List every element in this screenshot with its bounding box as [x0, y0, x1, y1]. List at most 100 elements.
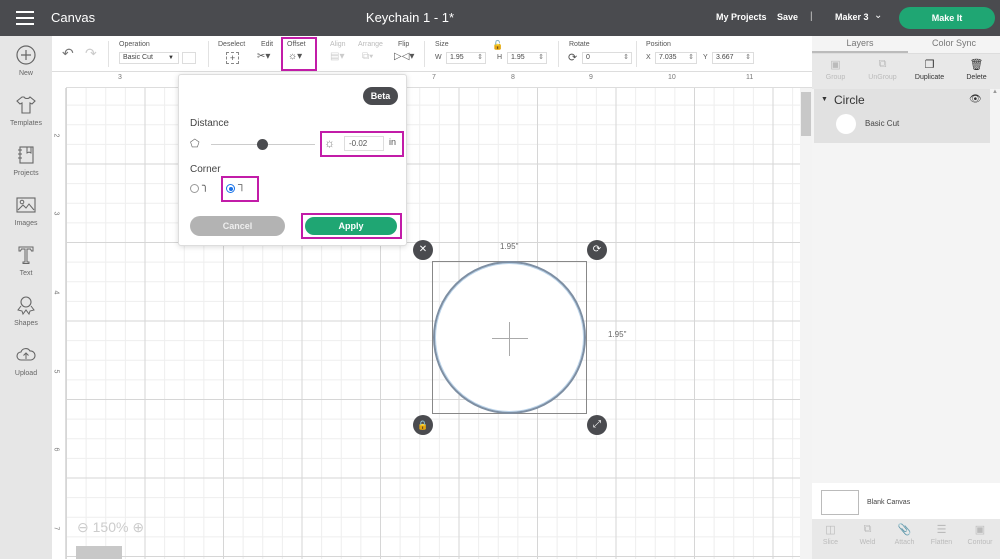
stepper-icon[interactable]: ⇕	[477, 53, 483, 63]
edit-scissors-icon[interactable]: ✂▾	[257, 51, 270, 62]
flatten-button[interactable]: ☰ Flatten	[923, 523, 960, 546]
size-label: Size	[435, 41, 449, 48]
inset-pentagon-icon: ⬠	[190, 138, 200, 150]
cancel-button[interactable]: Cancel	[190, 216, 285, 236]
align-label: Align	[330, 41, 346, 48]
position-label: Position	[646, 41, 671, 48]
layers-scrollbar[interactable]: ▲	[990, 89, 1000, 479]
rotate-handle-icon[interactable]: ⟳	[587, 240, 607, 260]
operation-select[interactable]: Basic Cut ▼	[119, 52, 179, 64]
slice-button[interactable]: ◫ Slice	[812, 523, 849, 546]
sidebar-item-shapes[interactable]: Shapes	[0, 294, 52, 327]
rotate-value: 0	[586, 54, 590, 61]
layer-name: Circle	[834, 93, 865, 107]
sidebar-item-new[interactable]: New	[0, 44, 52, 77]
plus-circle-icon	[16, 45, 36, 65]
sidebar-item-templates[interactable]: Templates	[0, 94, 52, 127]
group-button[interactable]: ▣ Group	[812, 58, 859, 81]
zoom-in-button[interactable]: ⊕	[132, 519, 144, 535]
top-bar: Canvas Keychain 1 - 1* My Projects Save …	[0, 0, 1000, 36]
height-dimension-label: 1.95"	[608, 330, 627, 339]
stepper-icon[interactable]: ⇕	[688, 53, 694, 63]
deselect-icon[interactable]: +	[226, 52, 239, 64]
save-link[interactable]: Save	[777, 12, 798, 22]
paperclip-icon: 📎	[897, 524, 912, 536]
trash-icon: 🗑	[969, 59, 984, 71]
weld-icon: ⧉	[863, 523, 872, 535]
chevron-down-icon[interactable]: ⌄	[874, 10, 882, 21]
rotate-input[interactable]: 0 ⇕	[582, 52, 632, 64]
zoom-level: 150%	[92, 519, 129, 535]
height-input[interactable]: 1.95 ⇕	[507, 52, 547, 64]
layers-panel: Layers Color Sync ▣ Group ⧉ UnGroup ❐ Dupli…	[812, 36, 1000, 559]
tab-layers[interactable]: Layers	[812, 36, 908, 53]
duplicate-button[interactable]: ❐ Duplicate	[906, 58, 953, 81]
width-input[interactable]: 1.95 ⇕	[446, 52, 486, 64]
contour-button[interactable]: ▣ Contour	[960, 523, 1000, 546]
y-value: 3.667	[716, 54, 734, 61]
sidebar-item-images[interactable]: Images	[0, 194, 52, 227]
scrollbar-thumb[interactable]	[801, 92, 811, 136]
stepper-icon[interactable]: ⇕	[745, 53, 751, 63]
rotate-icon: ⟳	[568, 52, 578, 64]
undo-icon[interactable]: ↶	[62, 45, 74, 62]
sidebar-item-label: Text	[19, 270, 33, 277]
arrange-icon[interactable]: ⧉▾	[362, 51, 373, 62]
contour-icon: ▣	[974, 524, 986, 536]
resize-handle-icon[interactable]: ⤢	[587, 415, 607, 435]
y-label: Y	[703, 54, 708, 61]
sidebar-item-label: Shapes	[14, 320, 38, 327]
distance-highlight	[320, 131, 404, 157]
delete-label: Delete	[966, 74, 987, 81]
visibility-eye-icon[interactable]: 👁	[969, 94, 982, 105]
vertical-scrollbar[interactable]	[800, 88, 812, 559]
color-swatch[interactable]	[182, 52, 196, 64]
collapse-arrow-icon[interactable]: ▼	[821, 96, 828, 103]
design-canvas[interactable]: 3 7 8 9 10 11 2 3 4 5 6 7 ⊖ 150% ⊕ 1.95"…	[52, 72, 812, 559]
blank-canvas-row[interactable]: Blank Canvas	[812, 483, 1000, 519]
make-it-button[interactable]: Make It	[899, 7, 995, 29]
delete-handle-icon[interactable]: ✕	[413, 240, 433, 260]
flatten-icon: ☰	[936, 524, 947, 536]
stepper-icon[interactable]: ⇕	[538, 53, 544, 63]
ungroup-button[interactable]: ⧉ UnGroup	[859, 58, 906, 81]
sidebar-item-upload[interactable]: Upload	[0, 344, 52, 377]
flip-icon[interactable]: ▷◁▾	[394, 51, 414, 62]
distance-slider-thumb[interactable]	[257, 139, 268, 150]
corner-rounded-radio[interactable]	[190, 184, 199, 193]
canvas-swatch[interactable]	[821, 490, 859, 515]
center-crosshair	[492, 338, 528, 339]
group-label: Group	[825, 74, 846, 81]
x-input[interactable]: 7.035 ⇕	[655, 52, 697, 64]
y-input[interactable]: 3.667 ⇕	[712, 52, 754, 64]
lock-handle-icon[interactable]: 🔒	[413, 415, 433, 435]
left-sidebar: New Templates Projects Images Text Shape…	[0, 36, 52, 559]
sidebar-item-projects[interactable]: Projects	[0, 144, 52, 177]
lock-ratio-icon[interactable]: 🔓	[492, 40, 503, 51]
divider	[108, 41, 109, 67]
layer-item-circle[interactable]: ▼ Circle 👁 Basic Cut	[814, 89, 990, 143]
horizontal-scrollbar-thumb[interactable]	[76, 546, 122, 559]
ungroup-label: UnGroup	[868, 74, 897, 81]
machine-selector[interactable]: Maker 3	[835, 12, 869, 22]
canvas-label: Blank Canvas	[867, 499, 911, 506]
weld-button[interactable]: ⧉ Weld	[849, 523, 886, 546]
my-projects-link[interactable]: My Projects	[716, 12, 767, 22]
attach-button[interactable]: 📎 Attach	[886, 523, 923, 546]
redo-icon[interactable]: ↷	[85, 45, 97, 62]
zoom-out-button[interactable]: ⊖	[77, 519, 89, 535]
arrange-label: Arrange	[358, 41, 383, 48]
sidebar-item-text[interactable]: Text	[0, 244, 52, 277]
tab-color-sync[interactable]: Color Sync	[908, 36, 1000, 53]
document-title: Keychain 1 - 1*	[365, 10, 455, 25]
dropdown-arrow-icon: ▼	[168, 55, 174, 61]
ruler-label: 7	[432, 74, 436, 81]
sidebar-item-label: Upload	[14, 370, 38, 377]
align-icon[interactable]: ▤▾	[330, 51, 344, 62]
layer-color-swatch[interactable]	[836, 114, 856, 134]
delete-button[interactable]: 🗑 Delete	[953, 58, 1000, 81]
shapes-icon	[17, 296, 35, 316]
operation-value: Basic Cut	[123, 54, 153, 61]
stepper-icon[interactable]: ⇕	[623, 53, 629, 63]
ruler-label: 4	[52, 290, 60, 295]
